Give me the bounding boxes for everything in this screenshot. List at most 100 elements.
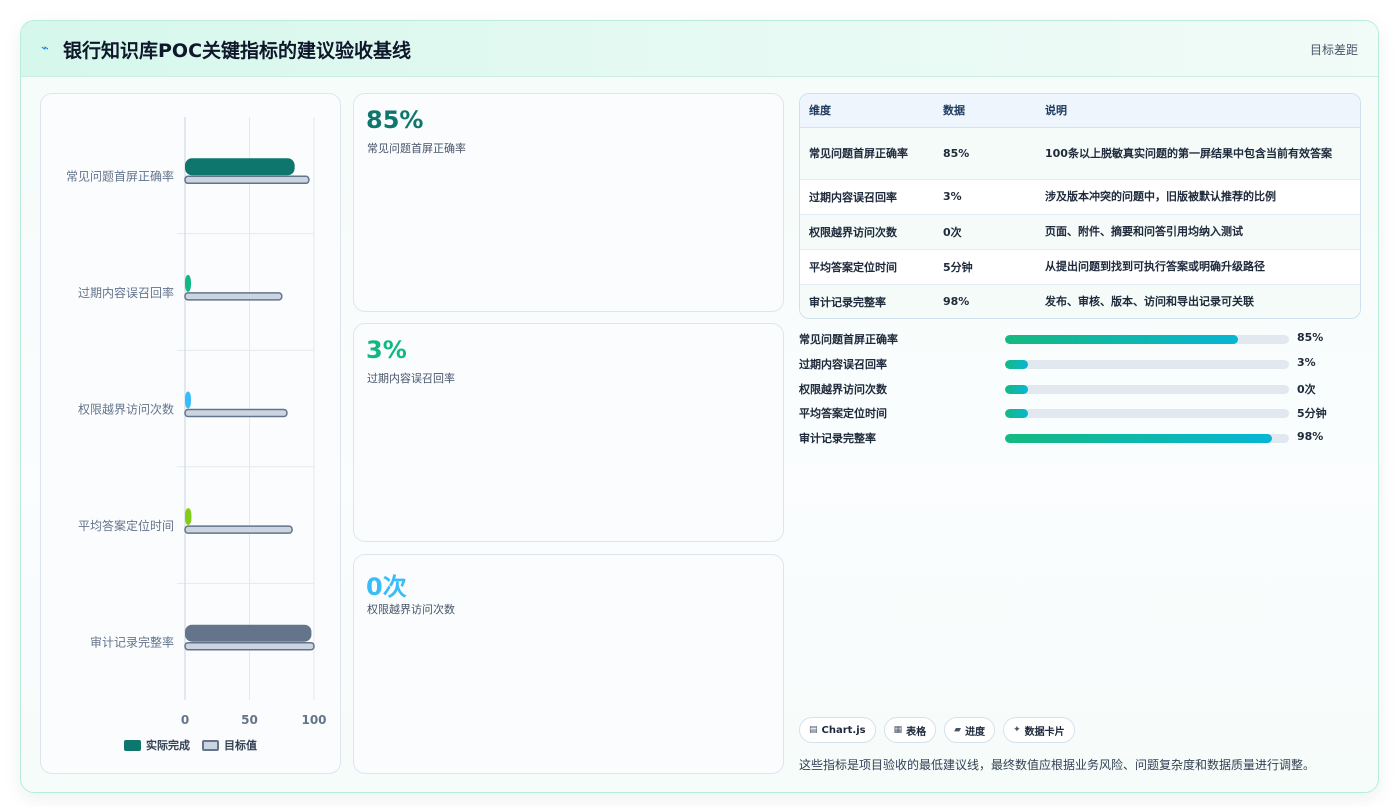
chart-line-icon: ⌁ [41,41,49,56]
progress-value: 5分钟 [1297,407,1327,420]
table-cell: 5分钟 [934,249,1036,285]
bar-chart-card: 0 50 100 常见问题首屏正确率 过期内容误召回率 权限越界访问次数 平均答案定位时间审… [40,93,341,774]
bar-actual [185,508,192,526]
kpi-card-recall: 3% 过期内容误召回率 [353,323,784,542]
legend-label-actual: 实际完成 [146,739,190,752]
table-header: 维度 [800,94,934,128]
chip-table[interactable]: ▦ 表格 [883,717,937,743]
progress-track [1005,360,1289,369]
y-category-label: 过期内容误召回率 [78,285,174,300]
progress-fill [1005,335,1238,344]
table-cell: 98% [934,284,1036,318]
table-cell: 从提出问题到找到可执行答案或明确升级路径 [1036,249,1360,285]
chip-data-card[interactable]: ✦ 数据卡片 [1003,717,1075,743]
kpi-card-accuracy: 85% 常见问题首屏正确率 [353,93,784,312]
progress-value: 98% [1297,430,1324,443]
progress-value: 85% [1297,331,1324,344]
header-bar: ⌁ 银行知识库POC关键指标的建议验收基线 目标差距 [21,21,1378,77]
bar-actual [185,274,191,292]
table-row: 常见问题首屏正确率 85% 100条以上脱敏真实问题的第一屏结果中包含当前有效答… [800,127,1360,180]
table-cell: 发布、审核、版本、访问和导出记录可关联 [1036,284,1360,318]
table-cell: 0次 [934,214,1036,250]
legend-swatch-actual [124,739,141,751]
progress-label: 过期内容误召回率 [799,358,887,371]
table-row: 权限越界访问次数 0次 页面、附件、摘要和问答引用均纳入测试 [800,214,1360,250]
kpi-value: 3% [366,336,407,364]
table-header: 说明 [1036,94,1360,128]
progress-track [1005,335,1289,344]
chip-label: 数据卡片 [1024,726,1065,738]
chip-chartjs[interactable]: ▤ Chart.js [799,717,876,743]
kpi-label: 常见问题首屏正确率 [367,142,466,155]
progress-track [1005,385,1289,394]
progress-icon: ▰ [954,725,962,735]
progress-row: 平均答案定位时间 5分钟 [799,405,1361,421]
feature-chips: ▤ Chart.js ▦ 表格 ▰ 进度 ✦ 数据卡片 [799,717,1075,743]
progress-row: 权限越界访问次数 0次 [799,381,1361,397]
progress-row: 审计记录完整率 98% [799,430,1361,446]
horizontal-bar-chart: 0 50 100 常见问题首屏正确率过期内容误召回率权限越界访问次数平均答案定位时间审… [66,117,327,727]
y-category-label: 平均答案定位时间 [78,518,174,533]
table-header-row: 维度 数据 说明 [800,94,1360,128]
chip-label: Chart.js [821,724,866,736]
kpi-label: 权限越界访问次数 [367,603,455,616]
progress-fill [1005,360,1028,369]
bar-target [184,292,283,301]
x-tick-label: 100 [301,713,326,727]
progress-value: 3% [1297,356,1316,369]
table-cell: 页面、附件、摘要和问答引用均纳入测试 [1036,214,1360,250]
kpi-label: 过期内容误召回率 [367,372,455,385]
bar-target [184,641,315,651]
table-cell: 过期内容误召回率 [800,179,934,215]
table-row: 审计记录完整率 98% 发布、审核、版本、访问和导出记录可关联 [800,284,1360,318]
progress-fill [1005,385,1028,394]
progress-track [1005,434,1289,443]
chart-icon: ▤ [809,725,818,735]
y-category-label: 审计记录完整率 [90,635,174,650]
bar-actual [185,158,295,176]
page-title: 银行知识库POC关键指标的建议验收基线 [63,40,412,62]
table-header: 数据 [934,94,1036,128]
progress-value: 0次 [1297,383,1316,396]
table-cell: 权限越界访问次数 [800,214,934,250]
bar-target [184,525,293,534]
legend-swatch-target [202,739,219,751]
legend-item-actual: 实际完成 [124,737,190,753]
bar-actual [185,624,312,642]
chart-legend: 实际完成 目标值 [41,737,340,753]
table-cell: 3% [934,179,1036,215]
kpi-card-access: 0次 权限越界访问次数 [353,554,784,774]
progress-label: 审计记录完整率 [799,432,876,445]
legend-item-target: 目标值 [202,737,257,753]
y-category-label: 常见问题首屏正确率 [66,168,174,183]
table-icon: ▦ [893,725,903,735]
progress-label: 权限越界访问次数 [799,383,887,396]
chip-label: 进度 [965,726,986,738]
chip-progress[interactable]: ▰ 进度 [944,717,996,743]
table-row: 过期内容误召回率 3% 涉及版本冲突的问题中，旧版被默认推荐的比例 [800,179,1360,215]
table-cell: 85% [934,127,1036,180]
y-category-label: 权限越界访问次数 [78,402,174,417]
footnote: 这些指标是项目验收的最低建议线，最终数值应根据业务风险、问题复杂度和数据质量进行… [799,758,1316,772]
kpi-value: 85% [366,106,424,134]
table-cell: 涉及版本冲突的问题中，旧版被默认推荐的比例 [1036,179,1360,215]
legend-label-target: 目标值 [224,739,257,752]
table-row: 平均答案定位时间 5分钟 从提出问题到找到可执行答案或明确升级路径 [800,249,1360,285]
target-gap-link[interactable]: 目标差距 [1310,41,1358,58]
progress-row: 常见问题首屏正确率 85% [799,331,1361,347]
progress-fill [1005,434,1272,443]
chip-label: 表格 [906,726,927,738]
progress-label: 平均答案定位时间 [799,407,887,420]
progress-track [1005,409,1289,418]
metrics-table: 维度 数据 说明 常见问题首屏正确率 85% 100条以上脱敏真实问题的第一屏结… [799,93,1361,319]
bar-target [184,175,310,185]
table-cell: 100条以上脱敏真实问题的第一屏结果中包含当前有效答案 [1036,127,1360,180]
kpi-value: 0次 [366,573,407,601]
table-cell: 审计记录完整率 [800,284,934,318]
bar-actual [185,391,191,409]
progress-label: 常见问题首屏正确率 [799,333,898,346]
bar-target [184,408,288,418]
sparkle-icon: ✦ [1013,725,1021,735]
progress-fill [1005,409,1028,418]
progress-row: 过期内容误召回率 3% [799,356,1361,372]
